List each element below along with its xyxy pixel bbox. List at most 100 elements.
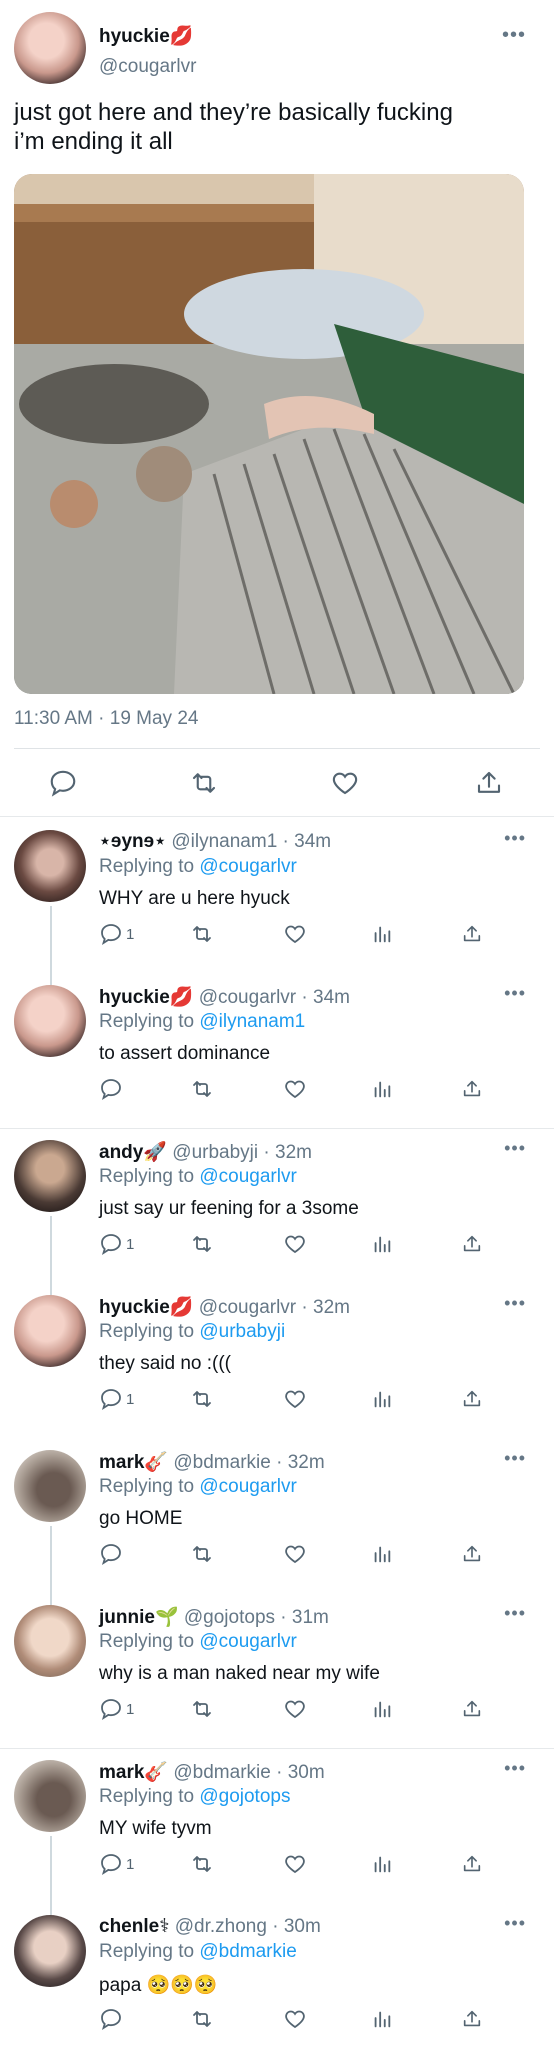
reply-handle-time[interactable]: @dr.zhong · 30m [175,1916,321,1937]
reply-count: 1 [126,1700,135,1718]
views-icon[interactable] [371,1230,393,1258]
retweet-icon[interactable] [188,768,222,802]
share-icon[interactable] [461,920,483,948]
mention-link[interactable]: @urbabyji [199,1321,285,1342]
mention-link[interactable]: @cougarlvr [199,1631,296,1652]
retweet-icon[interactable] [189,920,215,948]
reply-tweet[interactable]: hyuckie💋 @cougarlvr · 32m ••• Replying to … [0,1285,554,1440]
reply-avatar[interactable] [14,1605,86,1677]
like-icon[interactable] [283,920,307,948]
reply-avatar[interactable] [14,1295,86,1367]
mention-link[interactable]: @cougarlvr [199,1476,296,1497]
views-icon[interactable] [371,1540,393,1568]
retweet-icon[interactable] [189,2005,215,2033]
reply-author-name[interactable]: hyuckie💋 [99,1297,193,1318]
share-icon[interactable] [461,1850,483,1878]
more-options-icon[interactable]: ••• [504,1603,526,1624]
reply-avatar[interactable] [14,1915,86,1987]
retweet-icon[interactable] [189,1540,215,1568]
like-icon[interactable] [283,1075,307,1103]
author-avatar[interactable] [14,12,86,84]
reply-author-name[interactable]: hyuckie💋 [99,987,193,1008]
views-icon[interactable] [371,2005,393,2033]
mention-link[interactable]: @cougarlvr [199,856,296,877]
reply-handle-time[interactable]: @cougarlvr · 34m [199,987,350,1008]
like-icon[interactable] [283,1695,307,1723]
share-icon[interactable] [461,1230,483,1258]
more-options-icon[interactable]: ••• [504,1293,526,1314]
more-options-icon[interactable]: ••• [504,1448,526,1469]
views-icon[interactable] [371,1075,393,1103]
author-handle[interactable]: @cougarlvr [99,56,196,78]
share-icon[interactable] [461,1385,483,1413]
reply-tweet[interactable]: junnie🌱 @gojotops · 31m ••• Replying to @c… [0,1595,554,1750]
mention-link[interactable]: @ilynanam1 [199,1011,305,1032]
reply-tweet[interactable]: andy🚀 @urbabyji · 32m ••• Replying to @cou… [0,1130,554,1301]
views-icon[interactable] [371,1695,393,1723]
more-options-icon[interactable]: ••• [504,1138,526,1159]
retweet-icon[interactable] [189,1850,215,1878]
reply-icon[interactable] [99,1075,126,1103]
reply-avatar[interactable] [14,1450,86,1522]
share-icon[interactable] [461,1075,483,1103]
reply-tweet[interactable]: mark🎸 @bdmarkie · 30m ••• Replying to @goj… [0,1750,554,1921]
more-options-icon[interactable]: ••• [504,1758,526,1779]
reply-icon[interactable] [48,768,82,802]
reply-icon[interactable]: 1 [99,920,134,948]
replying-to-label: Replying to [99,1011,200,1032]
reply-icon[interactable] [99,2005,126,2033]
share-icon[interactable] [461,2005,483,2033]
reply-tweet[interactable]: hyuckie💋 @cougarlvr · 34m ••• Replying to … [0,975,554,1130]
tweet-photo[interactable] [14,174,524,694]
like-icon[interactable] [283,1850,307,1878]
more-options-icon[interactable]: ••• [502,24,526,47]
more-options-icon[interactable]: ••• [504,1913,526,1934]
mention-link[interactable]: @bdmarkie [199,1941,296,1962]
views-icon[interactable] [371,920,393,948]
reply-tweet[interactable]: mark🎸 @bdmarkie · 32m ••• Replying to @cou… [0,1440,554,1611]
more-options-icon[interactable]: ••• [504,828,526,849]
reply-icon[interactable] [99,1540,126,1568]
reply-avatar[interactable] [14,985,86,1057]
reply-handle-time[interactable]: @ilynanam1 · 34m [171,831,331,852]
reply-icon[interactable]: 1 [99,1850,134,1878]
mention-link[interactable]: @gojotops [199,1786,290,1807]
reply-avatar[interactable] [14,1140,86,1212]
views-icon[interactable] [371,1850,393,1878]
retweet-icon[interactable] [189,1230,215,1258]
reply-handle-time[interactable]: @gojotops · 31m [184,1607,329,1628]
more-options-icon[interactable]: ••• [504,983,526,1004]
reply-author-name[interactable]: ⋆ɘynɘ⋆ [99,831,166,852]
reply-avatar[interactable] [14,1760,86,1832]
reply-tweet[interactable]: ⋆ɘynɘ⋆ @ilynanam1 · 34m ••• Replying to @c… [0,820,554,991]
reply-icon[interactable]: 1 [99,1695,134,1723]
like-icon[interactable] [283,1230,307,1258]
reply-author-name[interactable]: chenle⚕ [99,1916,169,1937]
like-icon[interactable] [330,768,364,802]
reply-icon[interactable]: 1 [99,1385,134,1413]
reply-avatar[interactable] [14,830,86,902]
like-icon[interactable] [283,1385,307,1413]
reply-author-name[interactable]: mark🎸 [99,1762,168,1783]
views-icon[interactable] [371,1385,393,1413]
share-icon[interactable] [461,1540,483,1568]
reply-handle-time[interactable]: @urbabyji · 32m [172,1142,312,1163]
reply-handle-time[interactable]: @cougarlvr · 32m [199,1297,350,1318]
retweet-icon[interactable] [189,1075,215,1103]
reply-author-name[interactable]: mark🎸 [99,1452,168,1473]
reply-tweet[interactable]: chenle⚕ @dr.zhong · 30m ••• Replying to @b… [0,1905,554,2048]
reply-icon[interactable]: 1 [99,1230,134,1258]
reply-count: 1 [126,1235,135,1253]
reply-handle-time[interactable]: @bdmarkie · 30m [173,1762,324,1783]
retweet-icon[interactable] [189,1385,215,1413]
like-icon[interactable] [283,1540,307,1568]
retweet-icon[interactable] [189,1695,215,1723]
reply-handle-time[interactable]: @bdmarkie · 32m [173,1452,324,1473]
author-name[interactable]: hyuckie💋 [99,24,193,48]
share-icon[interactable] [474,768,508,802]
reply-author-name[interactable]: junnie🌱 [99,1607,179,1628]
like-icon[interactable] [283,2005,307,2033]
reply-author-name[interactable]: andy🚀 [99,1142,167,1163]
mention-link[interactable]: @cougarlvr [199,1166,296,1187]
share-icon[interactable] [461,1695,483,1723]
